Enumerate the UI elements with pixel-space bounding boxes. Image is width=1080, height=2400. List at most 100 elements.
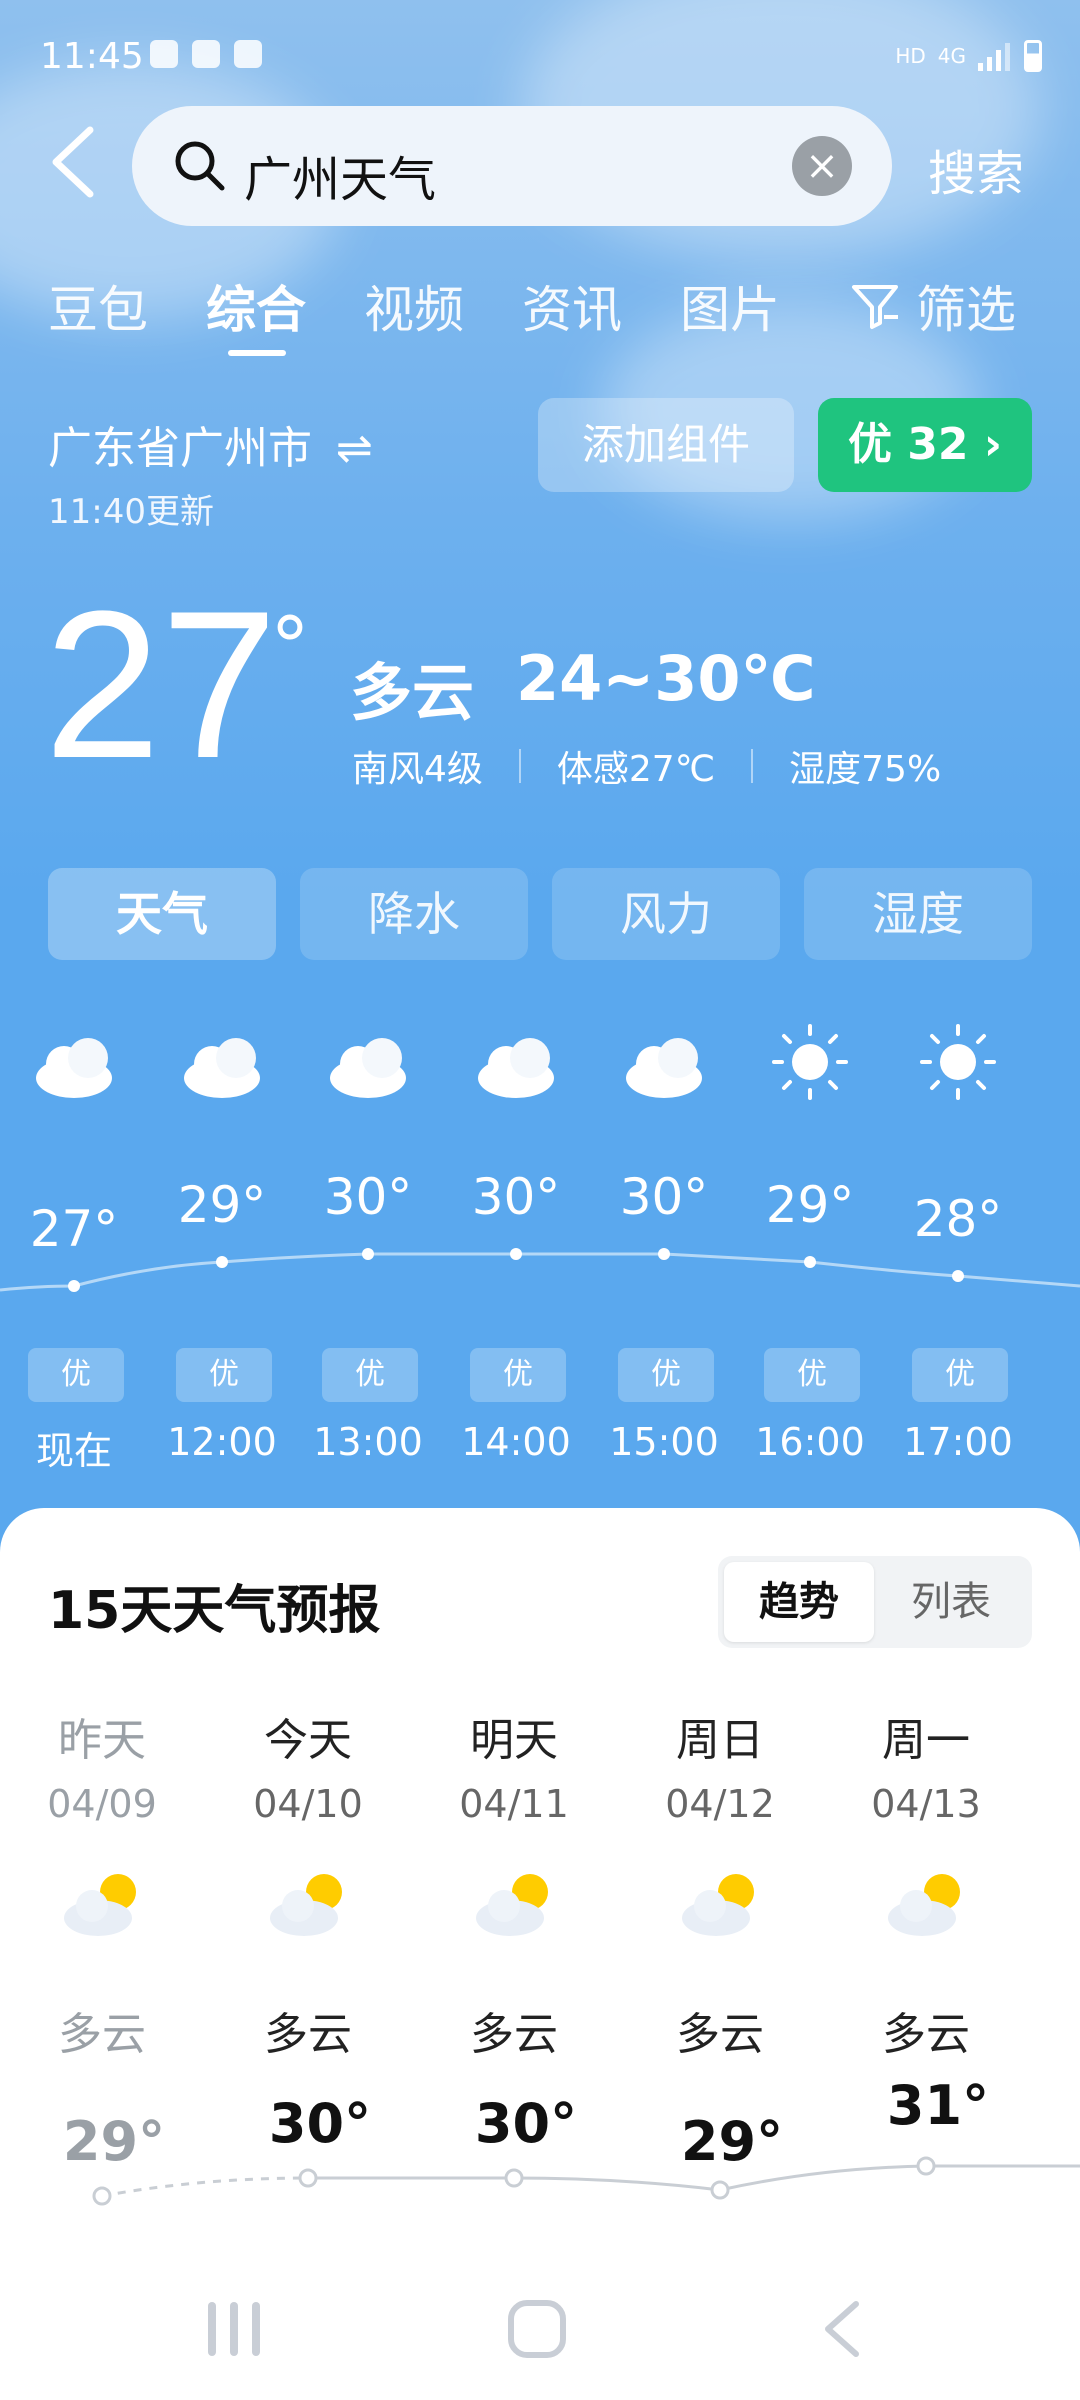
tab-video[interactable]: 视频 bbox=[364, 270, 464, 342]
clear-icon[interactable]: × bbox=[792, 136, 852, 196]
network-type-label: 4G bbox=[937, 44, 966, 68]
view-toggle: 趋势 列表 bbox=[718, 1556, 1032, 1648]
forecast-day[interactable]: 周一 04/13 bbox=[826, 1704, 1026, 1826]
recent-apps-icon[interactable] bbox=[204, 2298, 264, 2360]
hour-point bbox=[952, 1270, 964, 1282]
day-high-temp: 30° bbox=[268, 2092, 372, 2155]
hourly-forecast[interactable]: 27° 29° 30° 30° 30° 29° 28° 优 优 优 优 优 优 … bbox=[0, 1010, 1080, 1480]
sun-icon bbox=[772, 1024, 848, 1100]
partly-cloudy-icon bbox=[270, 1874, 342, 1936]
hour-temp: 30° bbox=[619, 1168, 709, 1226]
search-input[interactable]: 广州天气 bbox=[244, 140, 436, 210]
divider bbox=[751, 749, 754, 783]
day-label: 昨天 bbox=[58, 1715, 146, 1766]
hd-label: HD bbox=[895, 44, 926, 68]
hour-point bbox=[362, 1248, 374, 1260]
hour-temp: 30° bbox=[323, 1168, 413, 1226]
chip-precipitation[interactable]: 降水 bbox=[300, 868, 528, 960]
day-high-temp: 29° bbox=[62, 2110, 166, 2173]
search-box[interactable]: 广州天气 × bbox=[132, 106, 892, 226]
app-notification-icon bbox=[150, 40, 178, 68]
hour-point bbox=[216, 1256, 228, 1268]
voicemail-icon bbox=[192, 40, 220, 68]
tab-images[interactable]: 图片 bbox=[680, 270, 780, 342]
partly-cloudy-icon bbox=[476, 1874, 548, 1936]
day-point bbox=[504, 2168, 524, 2188]
hour-time: 15:00 bbox=[609, 1420, 719, 1464]
tab-doubao[interactable]: 豆包 bbox=[48, 270, 148, 342]
aqi-label: 优 32 bbox=[847, 419, 969, 470]
hour-aqi-badge: 优 bbox=[764, 1348, 860, 1402]
forecast-day[interactable]: 明天 04/11 bbox=[414, 1704, 614, 1826]
aqi-badge[interactable]: 优 32 › bbox=[818, 398, 1032, 492]
system-icons: HD 4G bbox=[895, 40, 1042, 72]
day-date: 04/13 bbox=[871, 1782, 981, 1826]
search-icon bbox=[175, 141, 225, 191]
forecast-day[interactable]: 周日 04/12 bbox=[620, 1704, 820, 1826]
hour-point bbox=[804, 1256, 816, 1268]
hour-aqi-badge: 优 bbox=[912, 1348, 1008, 1402]
location-switcher[interactable]: 广东省广州市 ⇌ bbox=[48, 412, 373, 476]
back-nav-icon[interactable] bbox=[818, 2298, 868, 2360]
day-date: 04/10 bbox=[253, 1782, 363, 1826]
filter-icon bbox=[852, 285, 898, 329]
current-condition: 多云 bbox=[350, 656, 475, 729]
switch-location-icon: ⇌ bbox=[336, 423, 373, 474]
day-condition: 多云 bbox=[470, 2009, 558, 2060]
chip-wind[interactable]: 风力 bbox=[552, 868, 780, 960]
hour-point bbox=[510, 1248, 522, 1260]
location-name: 广东省广州市 bbox=[48, 423, 312, 474]
degree-symbol: ° bbox=[270, 600, 310, 693]
hour-temp: 28° bbox=[913, 1190, 1003, 1248]
list-toggle[interactable]: 列表 bbox=[876, 1562, 1026, 1642]
battery-icon bbox=[1024, 40, 1042, 72]
day-label: 今天 bbox=[264, 1715, 352, 1766]
forecast-day[interactable]: 昨天 04/09 bbox=[2, 1704, 202, 1826]
hour-time: 13:00 bbox=[313, 1420, 423, 1464]
hour-point bbox=[68, 1280, 80, 1292]
day-point bbox=[916, 2156, 936, 2176]
tab-filter[interactable]: 筛选 bbox=[850, 270, 1016, 342]
notification-icons bbox=[150, 40, 262, 68]
day-high-temp: 29° bbox=[680, 2110, 784, 2173]
back-icon[interactable] bbox=[40, 122, 110, 202]
chip-weather[interactable]: 天气 bbox=[48, 868, 276, 960]
hour-aqi-badge: 优 bbox=[176, 1348, 272, 1402]
trend-toggle[interactable]: 趋势 bbox=[724, 1562, 874, 1642]
day-high-temp: 30° bbox=[474, 2092, 578, 2155]
status-bar: 11:45 HD 4G bbox=[0, 0, 1080, 110]
hour-temp: 30° bbox=[471, 1168, 561, 1226]
day-label: 明天 bbox=[470, 1715, 558, 1766]
tab-filter-label: 筛选 bbox=[916, 281, 1016, 339]
partly-cloudy-icon bbox=[888, 1874, 960, 1936]
forecast-day[interactable]: 今天 04/10 bbox=[208, 1704, 408, 1826]
hour-temp: 27° bbox=[29, 1200, 119, 1258]
hour-aqi-badge: 优 bbox=[618, 1348, 714, 1402]
divider bbox=[518, 749, 521, 783]
day-point bbox=[92, 2186, 112, 2206]
day-high-temp: 31° bbox=[886, 2074, 990, 2137]
cloud-icon bbox=[478, 1038, 554, 1098]
tab-all[interactable]: 综合 bbox=[206, 270, 306, 342]
chevron-right-icon: › bbox=[983, 419, 1003, 470]
day-date: 04/11 bbox=[459, 1782, 569, 1826]
cloud-icon bbox=[184, 1038, 260, 1098]
day-condition: 多云 bbox=[882, 2009, 970, 2060]
system-navigation-bar bbox=[0, 2260, 1080, 2400]
chip-humidity[interactable]: 湿度 bbox=[804, 868, 1032, 960]
signal-icon bbox=[978, 43, 1010, 71]
home-icon[interactable] bbox=[506, 2298, 568, 2360]
search-button[interactable]: 搜索 bbox=[928, 134, 1024, 204]
tab-news[interactable]: 资讯 bbox=[522, 270, 622, 342]
hour-time: 16:00 bbox=[755, 1420, 865, 1464]
hour-temp: 29° bbox=[177, 1176, 267, 1234]
day-point bbox=[710, 2180, 730, 2200]
hour-time: 17:00 bbox=[903, 1420, 1013, 1464]
hour-time: 12:00 bbox=[167, 1420, 277, 1464]
wind-text: 南风4级 bbox=[352, 749, 483, 790]
hour-point bbox=[658, 1248, 670, 1260]
add-widget-button[interactable]: 添加组件 bbox=[538, 398, 794, 492]
feels-like-text: 体感27℃ bbox=[556, 749, 716, 790]
partly-cloudy-icon bbox=[64, 1874, 136, 1936]
day-point bbox=[298, 2168, 318, 2188]
